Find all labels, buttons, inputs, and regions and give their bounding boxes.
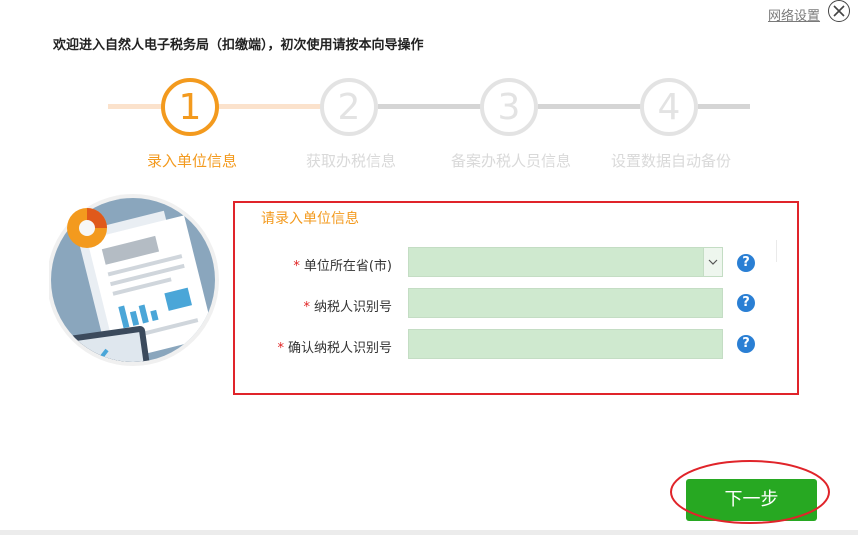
confirm-taxpayer-id-field[interactable] [408, 329, 723, 359]
taxpayer-id-input[interactable] [409, 289, 722, 317]
province-label-text: 单位所在省(市) [303, 259, 392, 274]
close-icon [833, 5, 845, 17]
confirm-taxpayer-id-help-icon[interactable]: ? [737, 335, 755, 353]
welcome-text: 欢迎进入自然人电子税务局（扣缴端），初次使用请按本向导操作 [53, 38, 424, 53]
form-divider [776, 240, 777, 262]
taxpayer-id-field[interactable] [408, 288, 723, 318]
taxpayer-id-help-icon[interactable]: ? [737, 294, 755, 312]
step-4-circle: 4 [640, 78, 698, 136]
taxpayer-id-label-text: 纳税人识别号 [313, 300, 392, 315]
step-1-circle: 1 [161, 78, 219, 136]
form-title: 请录入单位信息 [261, 211, 359, 227]
confirm-taxpayer-id-label-text: 确认纳税人识别号 [287, 341, 392, 356]
network-settings-link[interactable]: 网络设置 [768, 5, 820, 24]
province-select[interactable] [408, 247, 723, 277]
step-track-1-2 [216, 104, 321, 109]
step-3-label: 备案办税人员信息 [450, 152, 571, 170]
step-track-end [698, 104, 750, 109]
close-button[interactable] [828, 0, 850, 22]
province-select-value[interactable] [409, 248, 722, 276]
step-3-circle: 3 [480, 78, 538, 136]
confirm-taxpayer-id-label: * 确认纳税人识别号 [232, 337, 392, 356]
step-4-label: 设置数据自动备份 [610, 152, 731, 170]
step-track-2-3 [378, 104, 481, 109]
province-dropdown-toggle[interactable] [703, 248, 722, 276]
step-track-3-4 [538, 104, 641, 109]
step-2-label: 获取办税信息 [305, 152, 396, 170]
annotation-ellipse [670, 460, 830, 524]
taxpayer-id-label: * 纳税人识别号 [232, 296, 392, 315]
step-1-label: 录入单位信息 [146, 152, 237, 170]
chevron-down-icon [708, 259, 718, 265]
document-illustration [49, 194, 219, 366]
required-mark: * [293, 259, 300, 274]
required-mark: * [303, 300, 310, 315]
province-label: * 单位所在省(市) [232, 255, 392, 274]
province-help-icon[interactable]: ? [737, 254, 755, 272]
required-mark: * [277, 341, 284, 356]
step-2-circle: 2 [320, 78, 378, 136]
bottom-strip [0, 530, 858, 535]
confirm-taxpayer-id-input[interactable] [409, 330, 722, 358]
